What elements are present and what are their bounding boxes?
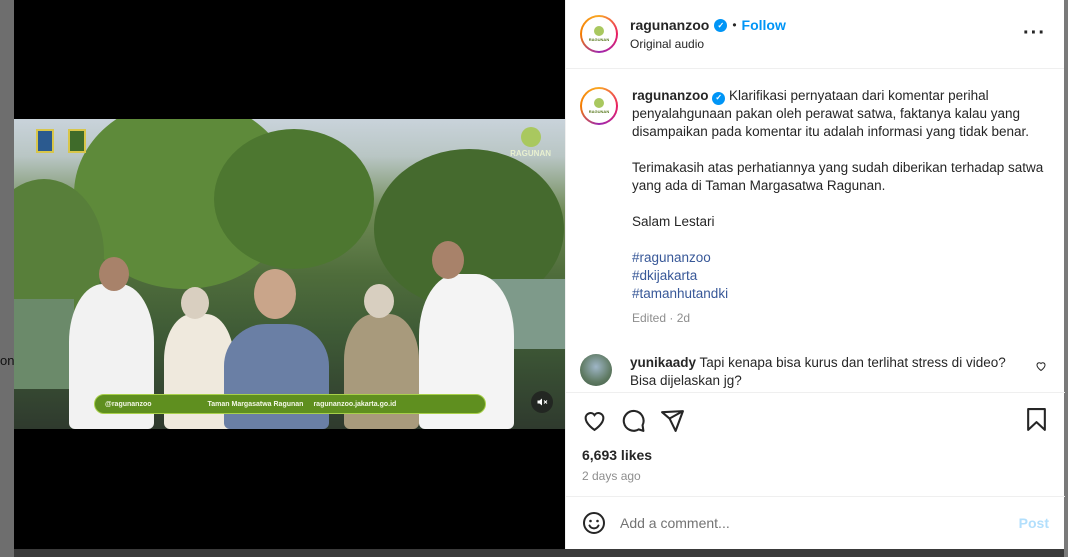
comments-section: RAGUNAN ragunanzoo ✓ Klarifikasi pernyat… (566, 69, 1065, 392)
caption-meta: Edited · 2d (632, 311, 691, 325)
avatar[interactable]: RAGUNAN (580, 15, 618, 53)
caption-text: Terimakasih atas perhatiannya yang sudah… (632, 160, 1044, 193)
post-header: RAGUNAN ragunanzoo ✓ • Follow Original a… (566, 0, 1064, 69)
mute-icon[interactable] (531, 391, 553, 413)
video-tree (214, 129, 374, 269)
add-comment-bar: Post (566, 496, 1065, 549)
video-person-head (99, 257, 129, 291)
video-person-head (181, 287, 209, 319)
verified-icon: ✓ (712, 91, 726, 105)
video-wall (14, 299, 74, 389)
video-person-head (364, 284, 394, 318)
post-modal: RAGUNAN @ragunanzoo Taman Margasatwa Rag… (14, 0, 1065, 549)
caption: RAGUNAN ragunanzoo ✓ Klarifikasi pernyat… (580, 87, 1049, 327)
like-comment-icon[interactable] (1035, 360, 1047, 372)
dki-logo (36, 129, 54, 153)
video-person-head (254, 269, 296, 319)
comment-item: yunikaady Tapi kenapa bisa kurus dan ter… (580, 354, 1049, 390)
like-icon[interactable] (582, 408, 607, 433)
post-date: 2 days ago (582, 469, 641, 483)
post-panel: RAGUNAN ragunanzoo ✓ • Follow Original a… (565, 0, 1065, 549)
post-comment-button[interactable]: Post (1019, 515, 1049, 531)
verified-icon: ✓ (714, 18, 728, 32)
banner-url: ragunanzoo.jakarta.go.id (313, 400, 397, 408)
more-options-icon[interactable]: ··· (1023, 22, 1046, 45)
caption-text: Salam Lestari (632, 214, 715, 229)
hashtag-link[interactable]: #tamanhutandki (632, 285, 1049, 303)
bookmark-icon[interactable] (1024, 407, 1049, 432)
header-username[interactable]: ragunanzoo (630, 17, 709, 33)
caption-username[interactable]: ragunanzoo (632, 88, 709, 103)
avatar[interactable] (580, 354, 612, 386)
hashtag-link[interactable]: #ragunanzoo (632, 249, 1049, 267)
share-icon[interactable] (660, 408, 685, 433)
post-media[interactable]: RAGUNAN @ragunanzoo Taman Margasatwa Rag… (14, 0, 565, 549)
background-left (0, 0, 14, 557)
banner-handle: @ragunanzoo (105, 400, 152, 408)
hashtag-link[interactable]: #dkijakarta (632, 267, 1049, 285)
follow-button[interactable]: Follow (742, 17, 786, 33)
video-player[interactable]: RAGUNAN @ragunanzoo Taman Margasatwa Rag… (14, 119, 565, 429)
emoji-icon[interactable] (582, 511, 606, 535)
avatar[interactable]: RAGUNAN (580, 87, 618, 125)
comment-username[interactable]: yunikaady (630, 355, 696, 370)
video-person-head (432, 241, 464, 279)
action-bar: 6,693 likes 2 days ago (566, 392, 1065, 496)
comment-icon[interactable] (621, 408, 646, 433)
likes-count[interactable]: 6,693 likes (582, 447, 1049, 463)
video-banner: @ragunanzoo Taman Margasatwa Ragunan rag… (94, 394, 486, 414)
ragunan-watermark: RAGUNAN (510, 127, 551, 158)
comment-input[interactable] (620, 515, 1019, 531)
audio-label[interactable]: Original audio (630, 37, 786, 51)
tamanhutan-logo (68, 129, 86, 153)
background-bottom (14, 549, 1064, 557)
separator: • (732, 18, 737, 32)
banner-name: Taman Margasatwa Ragunan (207, 400, 304, 408)
